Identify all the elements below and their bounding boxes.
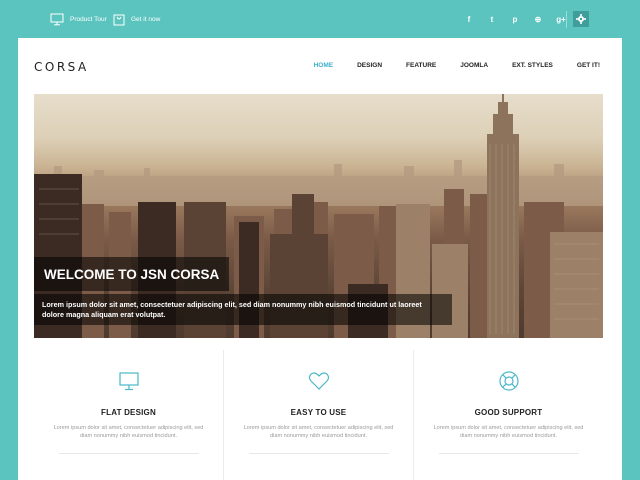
gear-icon	[576, 14, 586, 24]
social-links: f t p ⊕ g+	[464, 12, 566, 26]
product-tour-label: Product Tour	[70, 15, 107, 23]
feature-desc: Lorem ipsum dolor sit amet, consectetuer…	[53, 425, 204, 440]
feature-title: GOOD SUPPORT	[474, 408, 543, 417]
get-it-now-link[interactable]: Get it now	[113, 11, 160, 27]
get-it-now-label: Get it now	[131, 15, 161, 23]
features-row: FLAT DESIGN Lorem ipsum dolor sit amet, …	[34, 350, 603, 480]
topbar-divider	[566, 11, 567, 28]
google-plus-icon[interactable]: g+	[556, 13, 566, 25]
feature-flat-design: FLAT DESIGN Lorem ipsum dolor sit amet, …	[34, 350, 223, 480]
feature-divider	[248, 453, 389, 454]
twitter-icon[interactable]: t	[487, 13, 497, 25]
feature-good-support: GOOD SUPPORT Lorem ipsum dolor sit amet,…	[413, 350, 603, 480]
feature-title: EASY TO USE	[290, 408, 347, 417]
lifebuoy-icon	[498, 371, 519, 391]
product-tour-link[interactable]: Product Tour	[50, 11, 107, 27]
nav-item-joomla[interactable]: JOOMLA	[448, 62, 500, 69]
site-logo[interactable]: CORSA	[34, 60, 89, 74]
settings-button[interactable]	[573, 11, 589, 27]
feature-divider	[58, 453, 199, 454]
hero-title: WELCOME TO JSN CORSA	[34, 257, 230, 291]
monitor-icon	[50, 13, 64, 25]
heart-icon	[308, 372, 329, 390]
nav-item-ext-styles[interactable]: EXT. STYLES	[500, 62, 565, 69]
pinterest-icon[interactable]: p	[510, 13, 520, 25]
nav-item-feature[interactable]: FEATURE	[394, 62, 448, 69]
dribbble-icon[interactable]: ⊕	[533, 13, 543, 25]
feature-divider	[438, 453, 579, 454]
hero-text: Lorem ipsum dolor sit amet, consectetuer…	[34, 294, 452, 326]
feature-easy-to-use: EASY TO USE Lorem ipsum dolor sit amet, …	[223, 350, 413, 480]
feature-title: FLAT DESIGN	[101, 408, 156, 417]
nav-item-get-it[interactable]: GET IT!	[565, 62, 612, 69]
monitor-icon	[118, 372, 139, 391]
page-container: CORSA HOME DESIGN FEATURE JOOMLA EXT. ST…	[18, 38, 622, 480]
main-nav: HOME DESIGN FEATURE JOOMLA EXT. STYLES G…	[302, 62, 612, 69]
feature-desc: Lorem ipsum dolor sit amet, consectetuer…	[243, 425, 394, 440]
bag-icon	[113, 14, 125, 25]
hero-banner: WELCOME TO JSN CORSA Lorem ipsum dolor s…	[34, 94, 603, 338]
nav-item-home[interactable]: HOME	[302, 62, 346, 69]
top-bar: Product Tour Get it now f t p ⊕ g+	[0, 0, 640, 38]
nav-item-design[interactable]: DESIGN	[345, 62, 394, 69]
feature-desc: Lorem ipsum dolor sit amet, consectetuer…	[433, 425, 584, 440]
facebook-icon[interactable]: f	[464, 13, 474, 25]
